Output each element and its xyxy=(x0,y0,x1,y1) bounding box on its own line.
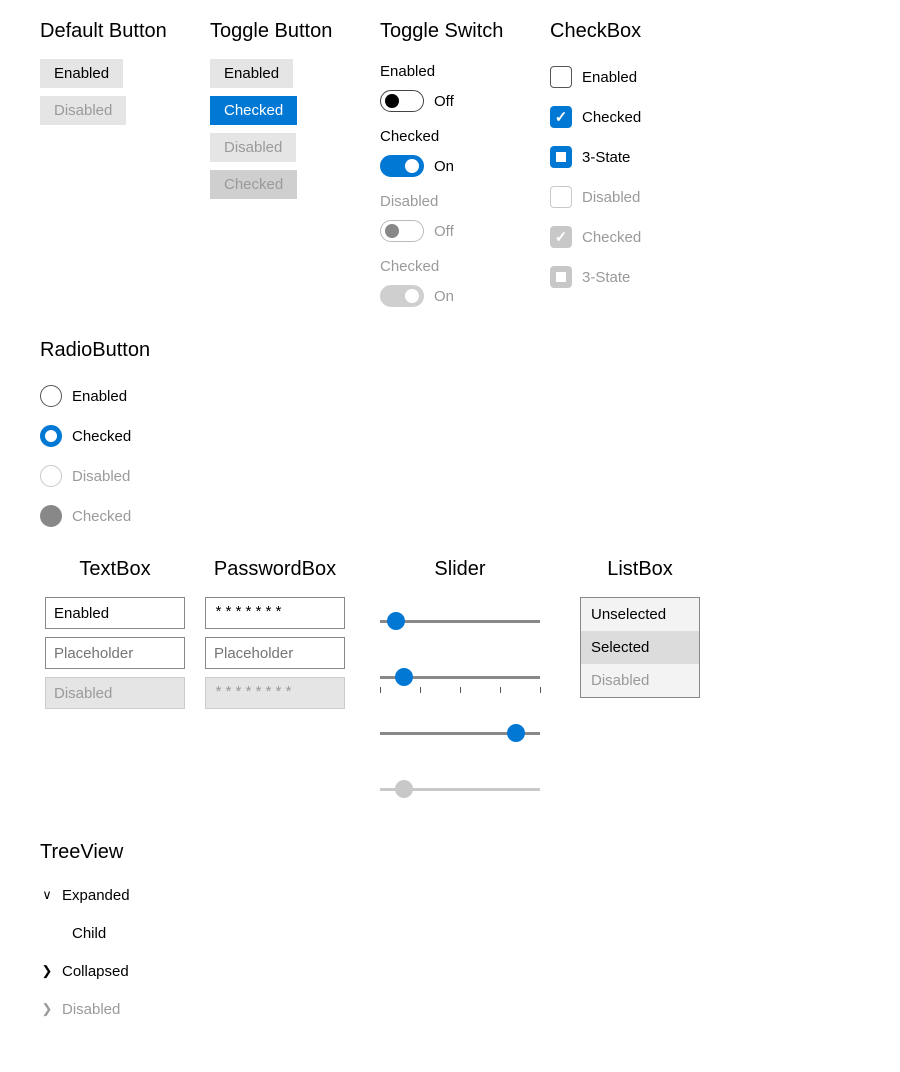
toggle-button-checked-disabled: Checked xyxy=(210,170,297,199)
radio-disabled xyxy=(40,465,62,487)
radio-checked[interactable] xyxy=(40,425,62,447)
tree-node-expanded[interactable]: ∨ Expanded xyxy=(40,880,200,910)
passwordbox-disabled xyxy=(205,677,345,709)
toggle-switch-state-disabled-off: Off xyxy=(434,223,454,240)
slider-ticks[interactable] xyxy=(380,667,540,687)
toggle-switch-state-disabled-on: On xyxy=(434,288,454,305)
section-title-checkbox: CheckBox xyxy=(550,20,720,43)
tree-node-label: Disabled xyxy=(62,1001,120,1018)
checkbox-checked[interactable] xyxy=(550,106,572,128)
slider-disabled xyxy=(380,779,540,799)
tree-node-disabled: ❯ Disabled xyxy=(40,994,200,1024)
section-title-radio: RadioButton xyxy=(40,339,200,362)
toggle-switch-state-on: On xyxy=(434,158,454,175)
chevron-down-icon[interactable]: ∨ xyxy=(40,887,54,903)
slider-high[interactable] xyxy=(380,723,540,743)
passwordbox-placeholder[interactable] xyxy=(205,637,345,669)
toggle-button-disabled: Disabled xyxy=(210,133,296,162)
toggle-button-enabled[interactable]: Enabled xyxy=(210,59,293,88)
toggle-switch-caption-checked-disabled: Checked xyxy=(380,258,550,275)
checkbox-disabled-3state xyxy=(550,266,572,288)
section-title-textbox: TextBox xyxy=(79,558,150,581)
checkbox-label: Checked xyxy=(582,229,641,246)
tree-node-label: Collapsed xyxy=(62,963,129,980)
checkbox-label: Enabled xyxy=(582,69,637,86)
section-title-default-button: Default Button xyxy=(40,20,210,43)
listbox[interactable]: Unselected Selected Disabled xyxy=(580,597,700,698)
tree-node-label: Expanded xyxy=(62,887,130,904)
listbox-item-selected[interactable]: Selected xyxy=(581,631,699,664)
section-title-toggle-button: Toggle Button xyxy=(210,20,380,43)
radio-label: Disabled xyxy=(72,468,130,485)
tree-node-child[interactable]: Child xyxy=(40,918,200,948)
default-button-enabled[interactable]: Enabled xyxy=(40,59,123,88)
textbox-disabled xyxy=(45,677,185,709)
textbox-enabled[interactable] xyxy=(45,597,185,629)
checkbox-disabled-checked xyxy=(550,226,572,248)
toggle-switch-caption-disabled: Disabled xyxy=(380,193,550,210)
passwordbox-enabled[interactable] xyxy=(205,597,345,629)
slider-enabled[interactable] xyxy=(380,611,540,631)
textbox-placeholder[interactable] xyxy=(45,637,185,669)
checkbox-enabled[interactable] xyxy=(550,66,572,88)
checkbox-disabled xyxy=(550,186,572,208)
checkbox-label: Checked xyxy=(582,109,641,126)
toggle-switch-checked-on[interactable] xyxy=(380,155,424,177)
checkbox-label: Disabled xyxy=(582,189,640,206)
listbox-item-unselected[interactable]: Unselected xyxy=(581,598,699,631)
listbox-item-disabled: Disabled xyxy=(581,664,699,697)
chevron-right-icon[interactable]: ❯ xyxy=(40,963,54,979)
radio-label: Checked xyxy=(72,428,131,445)
checkbox-label: 3-State xyxy=(582,269,630,286)
tree-node-label: Child xyxy=(72,925,106,942)
checkbox-3state[interactable] xyxy=(550,146,572,168)
section-title-slider: Slider xyxy=(434,558,485,581)
section-title-toggle-switch: Toggle Switch xyxy=(380,20,550,43)
section-title-listbox: ListBox xyxy=(607,558,673,581)
toggle-switch-enabled-off[interactable] xyxy=(380,90,424,112)
radio-label: Checked xyxy=(72,508,131,525)
toggle-switch-disabled-off xyxy=(380,220,424,242)
radio-enabled[interactable] xyxy=(40,385,62,407)
default-button-disabled: Disabled xyxy=(40,96,126,125)
section-title-treeview: TreeView xyxy=(40,841,200,864)
chevron-right-icon: ❯ xyxy=(40,1001,54,1017)
section-title-passwordbox: PasswordBox xyxy=(214,558,336,581)
radio-disabled-checked xyxy=(40,505,62,527)
toggle-button-checked[interactable]: Checked xyxy=(210,96,297,125)
checkbox-label: 3-State xyxy=(582,149,630,166)
radio-label: Enabled xyxy=(72,388,127,405)
toggle-switch-disabled-on xyxy=(380,285,424,307)
tree-node-collapsed[interactable]: ❯ Collapsed xyxy=(40,956,200,986)
toggle-switch-caption-enabled: Enabled xyxy=(380,63,550,80)
toggle-switch-caption-checked: Checked xyxy=(380,128,550,145)
toggle-switch-state-off: Off xyxy=(434,93,454,110)
